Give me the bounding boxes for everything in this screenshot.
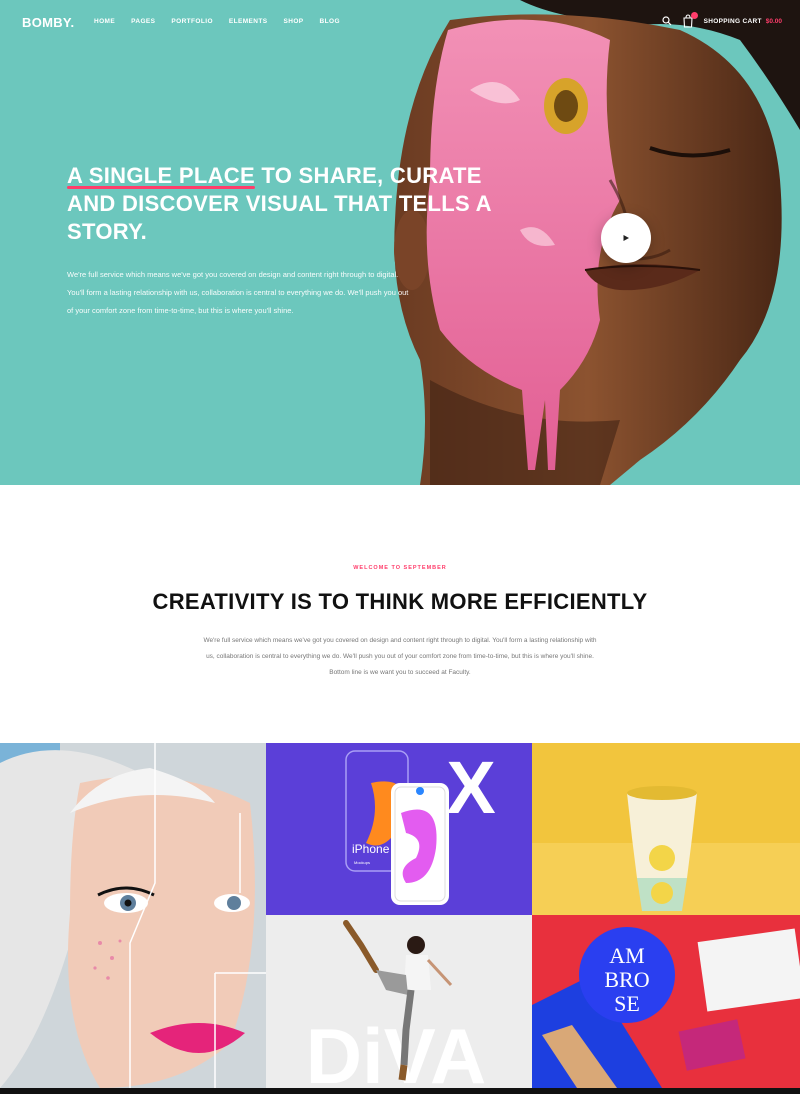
ambrose-image: AM BRO SE <box>532 915 800 1088</box>
hero-title-line1: TO SHARE, CURATE <box>254 163 482 188</box>
section-description-line3: Bottom line is we want you to succeed at… <box>329 669 471 676</box>
main-menu: HOME PAGES PORTFOLIO ELEMENTS SHOP BLOG <box>94 18 340 25</box>
ambrose-line-3: SE <box>614 991 640 1016</box>
intro-section: WELCOME TO SEPTEMBER CREATIVITY IS TO TH… <box>0 485 800 743</box>
menu-item-portfolio[interactable]: PORTFOLIO <box>171 18 213 25</box>
section-title: CREATIVITY IS TO THINK MORE EFFICIENTLY <box>152 589 648 614</box>
cart-icon[interactable] <box>682 12 698 28</box>
ambrose-line-1: AM <box>609 943 644 968</box>
portfolio-gallery: X iPhone X Mockups DiVA AM BRO SE <box>0 743 800 1088</box>
section-description-line1: We're full service which means we've got… <box>203 637 597 644</box>
iphone-mockups-label: Mockups <box>354 860 370 865</box>
cart-count-badge <box>690 12 698 19</box>
footer-edge <box>0 1088 800 1094</box>
hero-description-line1: We're full service which means we've got… <box>67 270 399 279</box>
nav-actions: SHOPPING CART $0.00 <box>662 12 782 28</box>
portfolio-item-iphone-mockup[interactable]: X iPhone X Mockups <box>266 743 532 915</box>
big-x-letter: X <box>446 746 495 829</box>
menu-item-pages[interactable]: PAGES <box>131 18 155 25</box>
portfolio-item-diva[interactable]: DiVA <box>266 915 532 1088</box>
hero-title-line3: STORY. <box>67 219 148 244</box>
iphone-mockup-image: X iPhone X Mockups <box>266 743 532 915</box>
play-icon <box>623 235 629 241</box>
hero-description-line3: of your comfort zone from time-to-time, … <box>67 306 294 315</box>
portfolio-item-ambrose[interactable]: AM BRO SE <box>532 915 800 1088</box>
portfolio-item-cups[interactable] <box>532 743 800 915</box>
hero-description-line2: You'll form a lasting relationship with … <box>67 288 409 297</box>
hero-title: A SINGLE PLACE TO SHARE, CURATE AND DISCO… <box>67 162 527 246</box>
top-nav: BOMBY. HOME PAGES PORTFOLIO ELEMENTS SHO… <box>0 0 800 44</box>
menu-item-blog[interactable]: BLOG <box>320 18 340 25</box>
hero-description: We're full service which means we've got… <box>67 266 507 320</box>
ambrose-line-2: BRO <box>604 967 649 992</box>
diva-word: DiVA <box>306 1012 487 1088</box>
logo[interactable]: BOMBY. <box>22 15 74 30</box>
cart-total: $0.00 <box>765 17 782 25</box>
hero-section: BOMBY. HOME PAGES PORTFOLIO ELEMENTS SHO… <box>0 0 800 485</box>
play-video-button[interactable] <box>601 213 651 263</box>
section-description-line2: us, collaboration is central to everythi… <box>206 653 594 660</box>
hero-title-line2: AND DISCOVER VISUAL THAT TELLS A <box>67 191 492 216</box>
hero-title-highlight: A SINGLE PLACE <box>67 163 255 189</box>
portrait-image <box>0 743 266 1088</box>
menu-item-elements[interactable]: ELEMENTS <box>229 18 268 25</box>
menu-item-shop[interactable]: SHOP <box>284 18 304 25</box>
shopping-cart-link[interactable]: SHOPPING CART <box>704 18 762 25</box>
section-description: We're full service which means we've got… <box>140 633 660 681</box>
diva-image: DiVA <box>266 915 532 1088</box>
search-icon[interactable] <box>662 16 672 26</box>
menu-item-home[interactable]: HOME <box>94 18 115 25</box>
section-eyebrow: WELCOME TO SEPTEMBER <box>353 565 447 571</box>
portfolio-item-portrait[interactable] <box>0 743 266 1088</box>
cups-image <box>532 743 800 915</box>
